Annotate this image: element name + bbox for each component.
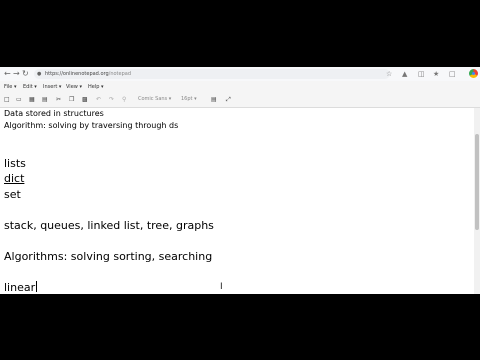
address-bar[interactable]: ● https://onlinenotepad.org/notepad: [34, 69, 390, 79]
text-caret: [36, 281, 38, 292]
forward-icon[interactable]: →: [13, 68, 20, 80]
text-line: lists: [4, 157, 26, 170]
editor-toolbar: □ ▭ ▦ ▤ ✂ ❐ ▩ ↶ ↷ ⚲ Comic Sans ▾ 16pt ▾ …: [0, 93, 480, 108]
open-folder-icon[interactable]: ▭: [16, 95, 22, 105]
url-text: https://onlinenotepad.org/notepad: [45, 71, 132, 77]
collections-icon[interactable]: □: [449, 69, 456, 79]
text-line: dict: [4, 172, 25, 185]
menu-help[interactable]: Help ▾: [88, 83, 104, 91]
back-icon[interactable]: ←: [4, 68, 11, 80]
extensions-icon[interactable]: ▲: [402, 69, 407, 79]
reload-icon[interactable]: ↻: [22, 68, 29, 80]
profile-extension-icon[interactable]: [469, 69, 478, 78]
text-line: stack, queues, linked list, tree, graphs: [4, 219, 214, 232]
browser-toolbar: ← → ↻ ● https://onlinenotepad.org/notepa…: [0, 67, 480, 82]
undo-icon[interactable]: ↶: [96, 95, 101, 105]
redo-icon[interactable]: ↷: [109, 95, 114, 105]
menu-bar: File ▾ Edit ▾ Insert ▾ View ▾ Help ▾: [0, 81, 480, 93]
text-line: Algorithm: solving by traversing through…: [4, 121, 179, 130]
font-family-select[interactable]: Comic Sans ▾: [138, 95, 171, 104]
print-icon[interactable]: ▤: [42, 95, 48, 105]
text-line: set: [4, 188, 21, 201]
favorites-icon[interactable]: ★: [433, 69, 439, 79]
scrollbar-thumb[interactable]: [475, 134, 479, 230]
find-icon[interactable]: ⚲: [122, 95, 126, 105]
menu-view[interactable]: View ▾: [66, 83, 82, 91]
cut-icon[interactable]: ✂: [56, 95, 61, 105]
paste-icon[interactable]: ▩: [82, 95, 88, 105]
menu-file[interactable]: File ▾: [4, 83, 16, 91]
split-screen-icon[interactable]: ◫: [418, 69, 425, 79]
text-line-current: linear: [4, 281, 38, 294]
browser-window: ← → ↻ ● https://onlinenotepad.org/notepa…: [0, 67, 480, 294]
menu-edit[interactable]: Edit ▾: [23, 83, 37, 91]
text-line: Algorithms: solving sorting, searching: [4, 250, 213, 263]
menu-insert[interactable]: Insert ▾: [43, 83, 61, 91]
vertical-scrollbar[interactable]: [474, 108, 480, 294]
text-line: Data stored in structures: [4, 109, 104, 118]
copy-icon[interactable]: ❐: [69, 95, 74, 105]
mouse-ibeam-cursor-icon: I: [220, 282, 223, 292]
editor-area[interactable]: Data stored in structures Algorithm: sol…: [0, 108, 474, 294]
save-icon[interactable]: ▦: [29, 95, 35, 105]
fullscreen-icon[interactable]: ⤢: [226, 95, 231, 105]
new-document-icon[interactable]: □: [4, 95, 10, 105]
lock-icon: ●: [37, 71, 42, 77]
bookmark-star-icon[interactable]: ☆: [386, 69, 392, 79]
font-size-select[interactable]: 16pt ▾: [181, 95, 197, 104]
print-preview-icon[interactable]: ▤: [211, 95, 217, 105]
